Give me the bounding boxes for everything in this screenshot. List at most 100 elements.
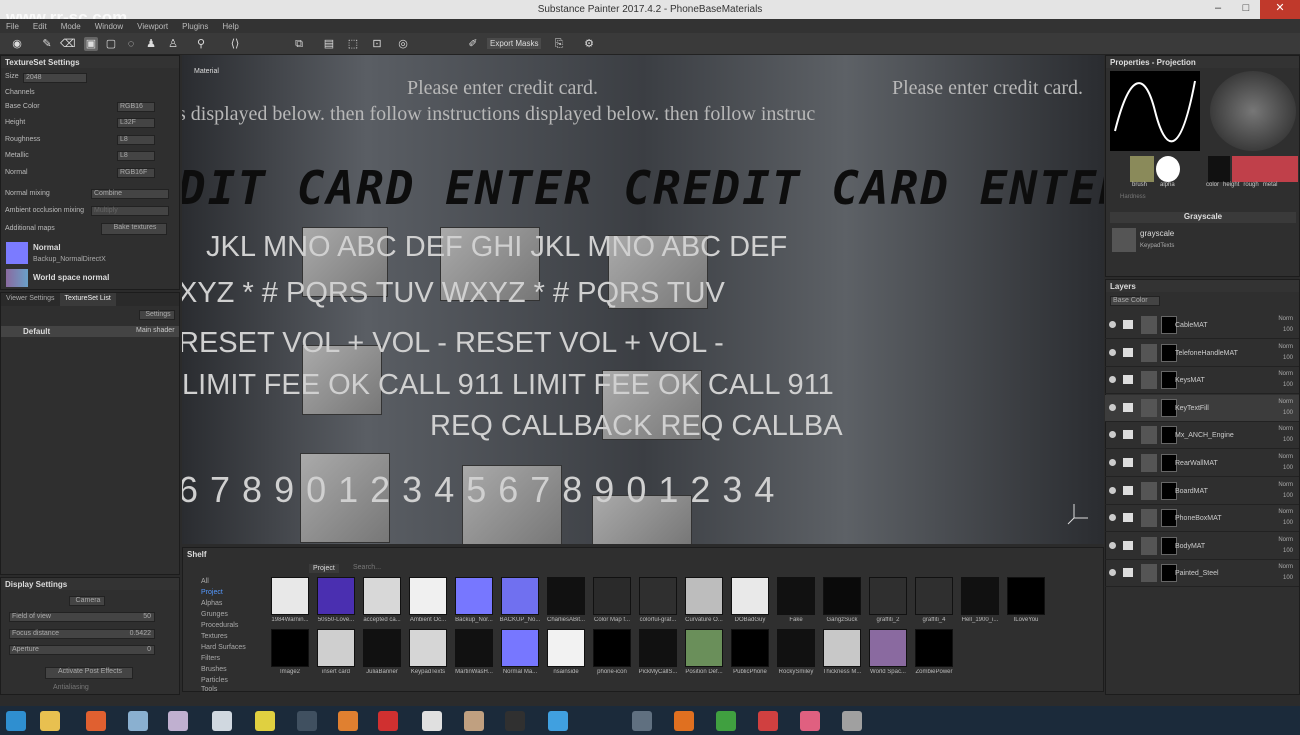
settings-icon[interactable]: ⚙	[582, 37, 596, 51]
visibility-eye-icon[interactable]	[1109, 486, 1116, 494]
layer-opacity[interactable]: 100	[1278, 380, 1293, 391]
shelf-thumbnail[interactable]	[593, 629, 631, 667]
shelf-category[interactable]: Brushes	[201, 666, 227, 673]
visibility-eye-icon[interactable]	[1109, 431, 1116, 439]
app-icon[interactable]	[632, 711, 652, 731]
shelf-category[interactable]: All	[201, 578, 209, 585]
layer-opacity[interactable]: 100	[1278, 463, 1293, 474]
camera-icon[interactable]: ⧉	[292, 37, 306, 51]
edit-icon[interactable]: ✐	[466, 37, 480, 51]
sphere-icon[interactable]: ◎	[396, 37, 410, 51]
shelf-category[interactable]: Project	[201, 589, 223, 596]
app-icon[interactable]	[212, 711, 232, 731]
shelf-thumbnail[interactable]	[823, 577, 861, 615]
shelf-category[interactable]: Filters	[201, 655, 220, 662]
layer-blend-mode[interactable]: Norm	[1278, 535, 1293, 546]
layer-opacity[interactable]: 100	[1278, 518, 1293, 529]
tab-textureset-list[interactable]: TextureSet List	[59, 293, 116, 306]
shelf-thumbnail[interactable]	[409, 629, 447, 667]
chrome-icon[interactable]	[716, 711, 736, 731]
layer-blend-mode[interactable]: Norm	[1278, 507, 1293, 518]
layer-opacity[interactable]: 100	[1278, 435, 1293, 446]
shelf-category[interactable]: Grunges	[201, 611, 228, 618]
shelf-thumbnail[interactable]	[271, 577, 309, 615]
viewport-tab[interactable]: Material	[194, 68, 219, 75]
layer-row[interactable]: PhoneBoxMAT Norm 100	[1105, 505, 1299, 533]
normal-map-thumbnail[interactable]	[6, 242, 28, 264]
app-icon[interactable]	[86, 711, 106, 731]
layer-opacity[interactable]: 100	[1278, 546, 1293, 557]
paint-icon[interactable]: ◉	[10, 37, 24, 51]
shelf-thumbnail[interactable]	[317, 629, 355, 667]
shelf-thumbnail[interactable]	[823, 629, 861, 667]
shelf-category[interactable]: Alphas	[201, 600, 222, 607]
channel-format[interactable]: L8	[117, 135, 155, 145]
layer-opacity[interactable]: 100	[1278, 325, 1293, 336]
shelf-thumbnail[interactable]	[547, 629, 585, 667]
screenshot-icon[interactable]: ⊡	[370, 37, 384, 51]
app-icon[interactable]	[800, 711, 820, 731]
menu-mode[interactable]: Mode	[61, 22, 81, 31]
document-icon[interactable]	[422, 711, 442, 731]
brush-slot[interactable]	[1130, 156, 1154, 182]
substance-icon[interactable]	[168, 711, 188, 731]
menu-viewport[interactable]: Viewport	[137, 22, 168, 31]
firefox-icon[interactable]	[674, 711, 694, 731]
layer-row[interactable]: KeyTextFill Norm 100	[1105, 394, 1299, 422]
camera-icon[interactable]	[505, 711, 525, 731]
tab-viewer-settings[interactable]: Viewer Settings	[1, 293, 60, 306]
shelf-thumbnail[interactable]	[501, 577, 539, 615]
3d-viewport[interactable]: Material Please enter credit card. Pleas…	[182, 55, 1104, 544]
shelf-thumbnail[interactable]	[593, 577, 631, 615]
shelf-thumbnail[interactable]	[1007, 577, 1045, 615]
shelf-thumbnail[interactable]	[501, 629, 539, 667]
shelf-category[interactable]: Tools	[201, 686, 217, 693]
menu-help[interactable]: Help	[222, 22, 238, 31]
visibility-eye-icon[interactable]	[1109, 514, 1116, 522]
channel-format[interactable]: L32F	[117, 118, 155, 128]
shelf-thumbnail[interactable]	[731, 577, 769, 615]
shelf-category[interactable]: Hard Surfaces	[201, 644, 246, 651]
focus-slider[interactable]: Focus distance 0.5422	[9, 629, 155, 639]
polygon-fill-icon[interactable]: ▢	[104, 37, 118, 51]
alpha-slot[interactable]	[1156, 156, 1180, 182]
shelf-thumbnail[interactable]	[409, 577, 447, 615]
render-icon[interactable]: ▤	[322, 37, 336, 51]
layer-row[interactable]: BodyMAT Norm 100	[1105, 533, 1299, 560]
shelf-thumbnail[interactable]	[455, 577, 493, 615]
shelf-thumbnail[interactable]	[317, 577, 355, 615]
export-masks-button[interactable]: Export Masks	[487, 38, 542, 49]
layer-blend-mode[interactable]: Norm	[1278, 397, 1293, 408]
material-picker-icon[interactable]: ♙	[166, 37, 180, 51]
visibility-eye-icon[interactable]	[1109, 541, 1116, 549]
eraser-icon[interactable]: ⌫	[60, 37, 76, 51]
paint-icon[interactable]	[464, 711, 484, 731]
camera-button[interactable]: Camera	[69, 596, 105, 606]
smudge-icon[interactable]: ◌	[124, 37, 138, 51]
layer-row[interactable]: CableMAT Norm 100	[1105, 312, 1299, 339]
shelf-thumbnail[interactable]	[455, 629, 493, 667]
layer-blend-mode[interactable]: Norm	[1278, 424, 1293, 435]
visibility-eye-icon[interactable]	[1109, 376, 1116, 384]
shelf-thumbnail[interactable]	[777, 629, 815, 667]
layer-opacity[interactable]: 100	[1278, 491, 1293, 502]
shelf-thumbnail[interactable]	[961, 577, 999, 615]
brush-icon[interactable]: ✎	[40, 37, 54, 51]
shelf-thumbnail[interactable]	[915, 577, 953, 615]
shelf-category[interactable]: Textures	[201, 633, 227, 640]
normal-mixing-dropdown[interactable]: Combine	[91, 189, 169, 199]
shelf-thumbnail[interactable]	[869, 577, 907, 615]
layer-blend-mode[interactable]: Norm	[1278, 342, 1293, 353]
clone-icon[interactable]: ♟	[144, 37, 158, 51]
fov-slider[interactable]: Field of view 50	[9, 612, 155, 622]
app-icon[interactable]	[758, 711, 778, 731]
activate-post-effects-button[interactable]: Activate Post Effects	[45, 667, 133, 679]
menu-window[interactable]: Window	[95, 22, 123, 31]
shelf-thumbnail[interactable]	[547, 577, 585, 615]
bake-textures-button[interactable]: Bake textures	[101, 223, 167, 235]
shelf-category[interactable]: Procedurals	[201, 622, 238, 629]
layer-row[interactable]: RearWallMAT Norm 100	[1105, 450, 1299, 477]
minimize-button[interactable]: –	[1204, 0, 1232, 19]
settings-button[interactable]: Settings	[139, 310, 175, 320]
layer-opacity[interactable]: 100	[1278, 408, 1293, 419]
